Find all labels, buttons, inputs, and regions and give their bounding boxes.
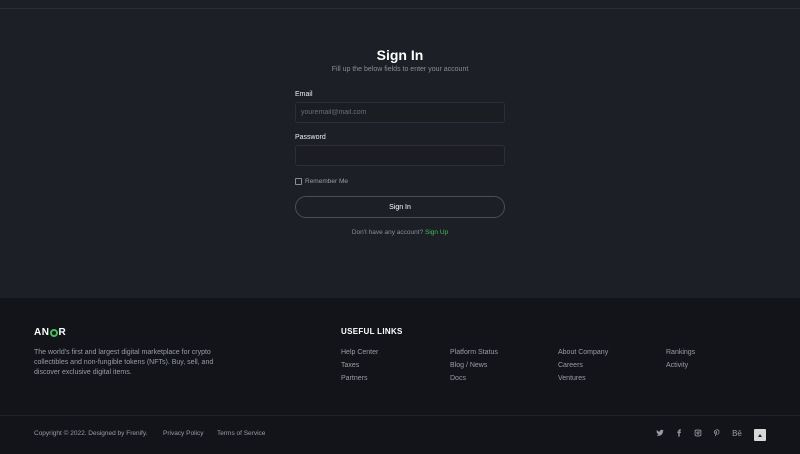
footer-link-ventures[interactable]: Ventures (558, 375, 586, 382)
arrow-up-icon (758, 433, 762, 437)
footer-link-careers[interactable]: Careers (558, 362, 583, 369)
pinterest-icon[interactable] (711, 429, 723, 440)
footer-divider (0, 415, 800, 416)
footer-link-partners[interactable]: Partners (341, 375, 367, 382)
logo[interactable]: AN R (34, 327, 66, 338)
useful-links-title: USEFUL LINKS (341, 327, 403, 336)
page-title: Sign In (376, 47, 424, 63)
behance-icon[interactable]: Bē (731, 429, 743, 439)
signup-prompt-text: Don't have any account? (351, 229, 424, 236)
password-label: Password (295, 134, 326, 141)
password-field[interactable] (295, 145, 505, 166)
footer-link-blog-news[interactable]: Blog / News (450, 362, 487, 369)
footer-link-rankings[interactable]: Rankings (666, 349, 695, 356)
privacy-policy-link[interactable]: Privacy Policy (163, 430, 203, 437)
email-field[interactable] (295, 102, 505, 123)
instagram-icon[interactable] (692, 429, 704, 440)
footer-link-activity[interactable]: Activity (666, 362, 688, 369)
footer-link-taxes[interactable]: Taxes (341, 362, 359, 369)
logo-text-left: AN (34, 327, 50, 338)
scroll-to-top-button[interactable] (754, 429, 766, 441)
footer-link-platform-status[interactable]: Platform Status (450, 349, 498, 356)
logo-o-icon (49, 328, 58, 337)
copyright: Copyright © 2022. Designed by Frenify. (34, 430, 148, 437)
facebook-icon[interactable] (673, 429, 685, 440)
footer-link-docs[interactable]: Docs (450, 375, 466, 382)
signup-prompt: Don't have any account? Sign Up (0, 229, 800, 236)
remember-me-label: Remember Me (305, 177, 348, 185)
signin-section: Sign In Fill up the below fields to ente… (0, 0, 800, 298)
logo-text-right: R (58, 327, 67, 338)
terms-of-service-link[interactable]: Terms of Service (217, 430, 265, 437)
sign-in-button[interactable]: Sign In (295, 196, 505, 218)
remember-me[interactable]: Remember Me (295, 177, 348, 185)
twitter-icon[interactable] (654, 429, 666, 440)
footer-link-about-company[interactable]: About Company (558, 349, 608, 356)
email-label: Email (295, 91, 313, 98)
sign-up-link[interactable]: Sign Up (425, 229, 448, 236)
remember-me-checkbox[interactable] (295, 177, 302, 185)
page-subtitle: Fill up the below fields to enter your a… (331, 66, 469, 73)
footer-about: The world's first and largest digital ma… (34, 349, 214, 376)
footer-link-help-center[interactable]: Help Center (341, 349, 378, 356)
